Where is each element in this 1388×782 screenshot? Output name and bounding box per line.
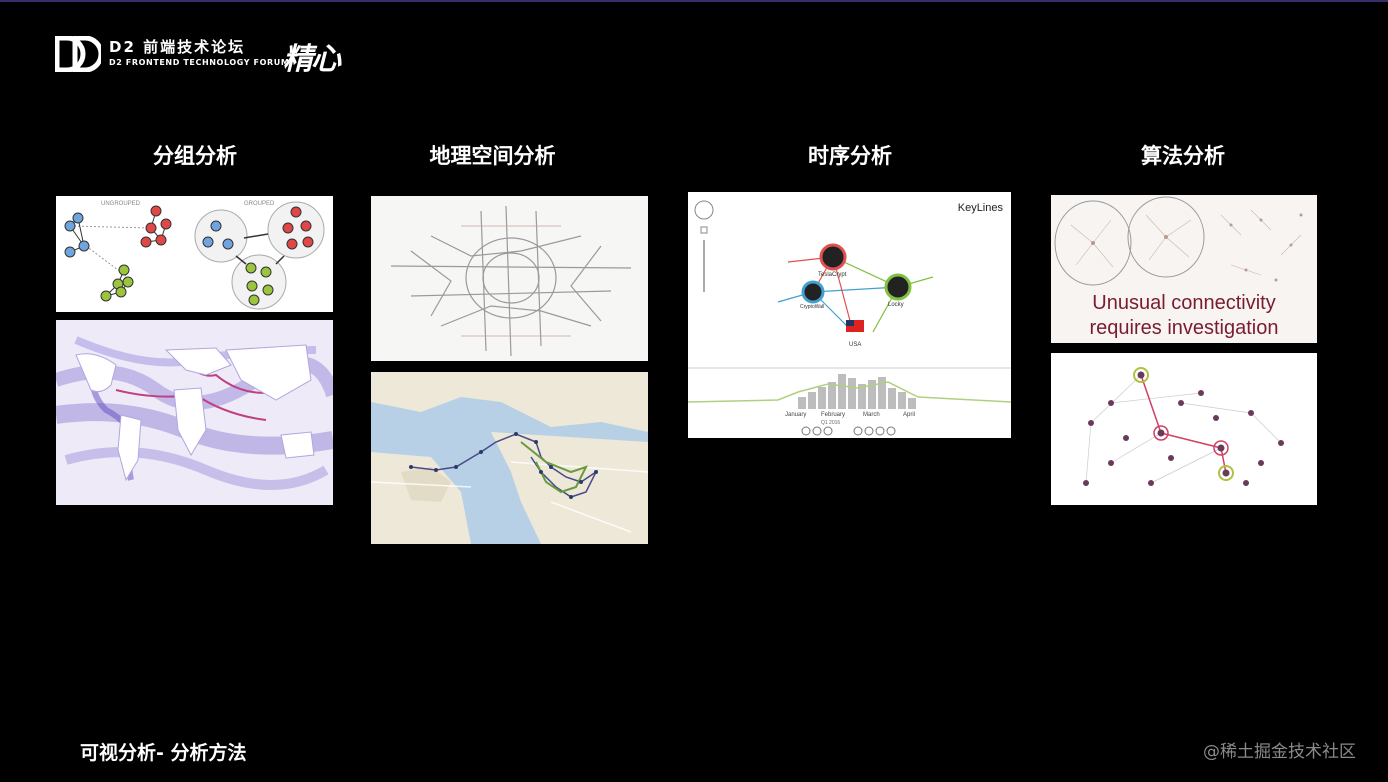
- top-accent-line: [0, 0, 1388, 2]
- caption-line-2: requires investigation: [1089, 317, 1279, 339]
- slide-footer-title: 可视分析- 分析方法: [80, 742, 247, 764]
- grouped-label: GROUPED: [244, 201, 275, 207]
- metro-map-image: [371, 196, 648, 361]
- d2-logo-icon: [55, 36, 101, 72]
- grouping-graph-image: UNGROUPED GROUPED: [56, 196, 333, 312]
- watermark-text: @稀土掘金技术社区: [1203, 742, 1356, 762]
- column-title-timeseries: 时序分析: [808, 144, 892, 168]
- world-flow-map-image: [56, 320, 333, 505]
- node-label-cryptowall: CryptoWall: [800, 304, 824, 310]
- quarter-label: Q1 2016: [821, 420, 840, 426]
- column-title-algorithm: 算法分析: [1141, 144, 1225, 168]
- keylines-logo: KeyLines: [957, 202, 1003, 214]
- timeline-network-image: KeyLines TeslaCrypt CryptoWall Locky USA: [688, 192, 1011, 438]
- cluster-graph-image: Unusual connectivity requires investigat…: [1051, 195, 1317, 343]
- column-title-grouping: 分组分析: [153, 144, 237, 168]
- logo-title-cn: D2 前端技术论坛: [109, 38, 246, 56]
- node-label-usa: USA: [849, 342, 861, 348]
- column-title-geospatial: 地理空间分析: [429, 144, 556, 168]
- month-february: February: [821, 412, 845, 418]
- route-map-image: [371, 372, 648, 544]
- ungrouped-label: UNGROUPED: [101, 201, 141, 207]
- caption-line-1: Unusual connectivity: [1092, 292, 1276, 314]
- node-label-locky: Locky: [888, 302, 904, 308]
- brand-logo-text: 精心: [283, 42, 341, 77]
- month-march: March: [863, 412, 880, 418]
- path-analysis-graph-image: [1051, 353, 1317, 505]
- month-january: January: [785, 412, 806, 418]
- month-april: April: [903, 412, 915, 418]
- logo-title-en: D2 FRONTEND TECHNOLOGY FORUM: [109, 58, 290, 67]
- node-label-teslacrypt: TeslaCrypt: [818, 272, 847, 278]
